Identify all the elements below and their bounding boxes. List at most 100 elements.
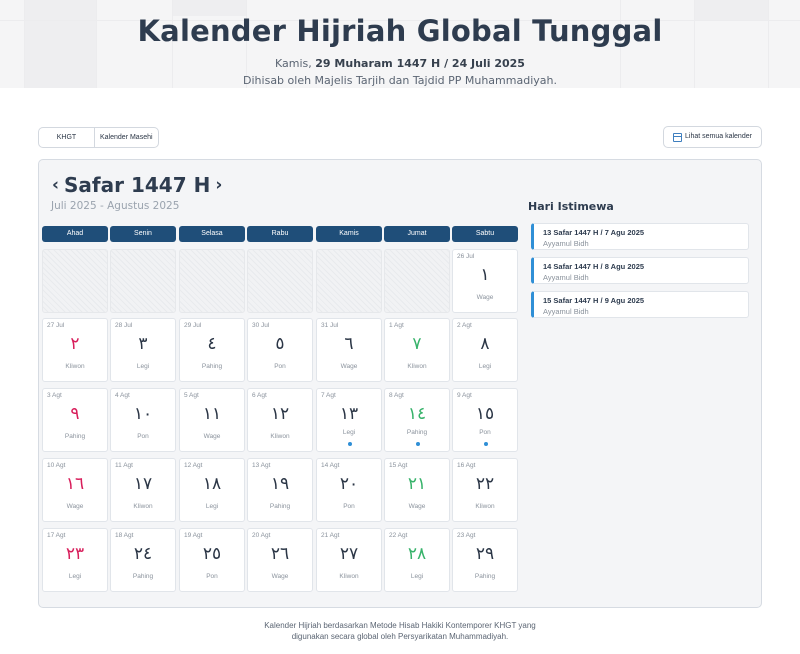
- day-cell[interactable]: 22 Agt ٢٨ Legi: [384, 528, 450, 592]
- day-cell[interactable]: 9 Agt ١٥ Pon: [452, 388, 518, 452]
- day-cell[interactable]: 5 Agt ١١ Wage: [179, 388, 245, 452]
- gregorian-date: 11 Agt: [115, 462, 133, 469]
- page-title: Kalender Hijriah Global Tunggal: [137, 14, 663, 48]
- gregorian-date: 1 Agt: [389, 322, 404, 329]
- calendar-icon: [673, 133, 682, 142]
- day-cell[interactable]: 12 Agt ١٨ Legi: [179, 458, 245, 522]
- footer-note: Kalender Hijriah berdasarkan Metode Hisa…: [0, 620, 800, 642]
- pasaran-label: Wage: [408, 503, 426, 510]
- hijri-day-number: ٢٨: [407, 544, 427, 564]
- special-day-date: 14 Safar 1447 H / 8 Agu 2025: [543, 262, 645, 271]
- day-cell[interactable]: 27 Jul ٢ Kliwon: [42, 318, 108, 382]
- hijri-day-number: ١٧: [133, 474, 153, 494]
- tab-khgt[interactable]: KHGT: [39, 128, 95, 147]
- hijri-day-number: ٧: [412, 334, 422, 354]
- gregorian-date: 28 Jul: [115, 322, 133, 329]
- hijri-day-number: ٢٠: [339, 474, 359, 494]
- special-days-title: Hari Istimewa: [528, 200, 614, 213]
- pasaran-label: Pahing: [132, 573, 154, 580]
- pasaran-label: Legi: [410, 573, 424, 580]
- hijri-day-number: ١٣: [339, 404, 359, 424]
- gregorian-date: 13 Agt: [252, 462, 271, 469]
- gregorian-date: 30 Jul: [252, 322, 270, 329]
- day-cell[interactable]: 8 Agt ١٤ Pahing: [384, 388, 450, 452]
- day-cell[interactable]: 21 Agt ٢٧ Kliwon: [316, 528, 382, 592]
- tab-kalender-masehi[interactable]: Kalender Masehi: [95, 128, 158, 147]
- hijri-day-number: ٢٧: [339, 544, 359, 564]
- pasaran-label: Wage: [340, 363, 358, 370]
- day-cell[interactable]: 14 Agt ٢٠ Pon: [316, 458, 382, 522]
- gregorian-date: 10 Agt: [47, 462, 66, 469]
- gregorian-date: 20 Agt: [252, 532, 271, 539]
- day-cell[interactable]: 29 Jul ٤ Pahing: [179, 318, 245, 382]
- pasaran-label: Pahing: [269, 503, 291, 510]
- gregorian-date: 23 Agt: [457, 532, 476, 539]
- pasaran-label: Legi: [136, 363, 150, 370]
- day-cell[interactable]: 2 Agt ٨ Legi: [452, 318, 518, 382]
- hijri-day-number: ٤: [207, 334, 217, 354]
- view-all-calendars-button[interactable]: Lihat semua kalender: [663, 126, 762, 148]
- hijri-day-number: ١٠: [133, 404, 153, 424]
- day-cell[interactable]: 23 Agt ٢٩ Pahing: [452, 528, 518, 592]
- day-cell[interactable]: 15 Agt ٢١ Wage: [384, 458, 450, 522]
- gregorian-date: 22 Agt: [389, 532, 408, 539]
- day-cell[interactable]: 18 Agt ٢٤ Pahing: [110, 528, 176, 592]
- gregorian-date: 15 Agt: [389, 462, 408, 469]
- pasaran-label: Pon: [274, 363, 286, 370]
- day-cell[interactable]: 26 Jul ١ Wage: [452, 249, 518, 313]
- hijri-day-number: ١٩: [270, 474, 290, 494]
- weekday-kamis: Kamis: [316, 226, 382, 242]
- empty-day-cell: [316, 249, 382, 313]
- day-cell[interactable]: 10 Agt ١٦ Wage: [42, 458, 108, 522]
- day-cell[interactable]: 16 Agt ٢٢ Kliwon: [452, 458, 518, 522]
- weekday-ahad: Ahad: [42, 226, 108, 242]
- empty-day-cell: [42, 249, 108, 313]
- hijri-day-number: ٢٩: [475, 544, 495, 564]
- hijri-day-number: ١٤: [407, 404, 427, 424]
- day-cell[interactable]: 28 Jul ٣ Legi: [110, 318, 176, 382]
- month-header: ‹ Safar 1447 H ›: [52, 173, 222, 197]
- gregorian-date: 31 Jul: [321, 322, 339, 329]
- special-day-item[interactable]: 15 Safar 1447 H / 9 Agu 2025 Ayyamul Bidh: [531, 291, 749, 318]
- next-month-button[interactable]: ›: [215, 175, 222, 195]
- day-cell[interactable]: 31 Jul ٦ Wage: [316, 318, 382, 382]
- special-day-marker-icon: [484, 442, 488, 446]
- weekday-jumat: Jumat: [384, 226, 450, 242]
- gregorian-date: 3 Agt: [47, 392, 62, 399]
- day-cell[interactable]: 6 Agt ١٢ Kliwon: [247, 388, 313, 452]
- empty-day-cell: [384, 249, 450, 313]
- day-cell[interactable]: 11 Agt ١٧ Kliwon: [110, 458, 176, 522]
- prev-month-button[interactable]: ‹: [52, 175, 59, 195]
- today-prefix: Kamis,: [275, 57, 312, 70]
- day-cell[interactable]: 19 Agt ٢٥ Pon: [179, 528, 245, 592]
- pasaran-label: Legi: [342, 429, 356, 436]
- month-title: Safar 1447 H: [64, 173, 211, 197]
- pasaran-label: Legi: [478, 363, 492, 370]
- day-cell[interactable]: 7 Agt ١٣ Legi: [316, 388, 382, 452]
- gregorian-range: Juli 2025 - Agustus 2025: [51, 200, 180, 212]
- day-cell[interactable]: 4 Agt ١٠ Pon: [110, 388, 176, 452]
- day-cell[interactable]: 3 Agt ٩ Pahing: [42, 388, 108, 452]
- special-day-item[interactable]: 14 Safar 1447 H / 8 Agu 2025 Ayyamul Bidh: [531, 257, 749, 284]
- pasaran-label: Wage: [203, 433, 221, 440]
- day-cell[interactable]: 13 Agt ١٩ Pahing: [247, 458, 313, 522]
- day-cell[interactable]: 20 Agt ٢٦ Wage: [247, 528, 313, 592]
- day-cell[interactable]: 17 Agt ٢٣ Legi: [42, 528, 108, 592]
- special-day-item[interactable]: 13 Safar 1447 H / 7 Agu 2025 Ayyamul Bidh: [531, 223, 749, 250]
- pasaran-label: Pahing: [64, 433, 86, 440]
- pasaran-label: Wage: [271, 573, 289, 580]
- pasaran-label: Pon: [137, 433, 149, 440]
- gregorian-date: 4 Agt: [115, 392, 130, 399]
- day-cell[interactable]: 1 Agt ٧ Kliwon: [384, 318, 450, 382]
- gregorian-date: 12 Agt: [184, 462, 203, 469]
- hijri-day-number: ١٢: [270, 404, 290, 424]
- hijri-day-number: ٢٤: [133, 544, 153, 564]
- day-cell[interactable]: 30 Jul ٥ Pon: [247, 318, 313, 382]
- pasaran-label: Kliwon: [475, 503, 495, 510]
- hijri-day-number: ١٥: [475, 404, 495, 424]
- weekday-selasa: Selasa: [179, 226, 245, 242]
- hijri-day-number: ١٨: [202, 474, 222, 494]
- special-day-name: Ayyamul Bidh: [543, 273, 589, 282]
- gregorian-date: 5 Agt: [184, 392, 199, 399]
- special-day-marker-icon: [416, 442, 420, 446]
